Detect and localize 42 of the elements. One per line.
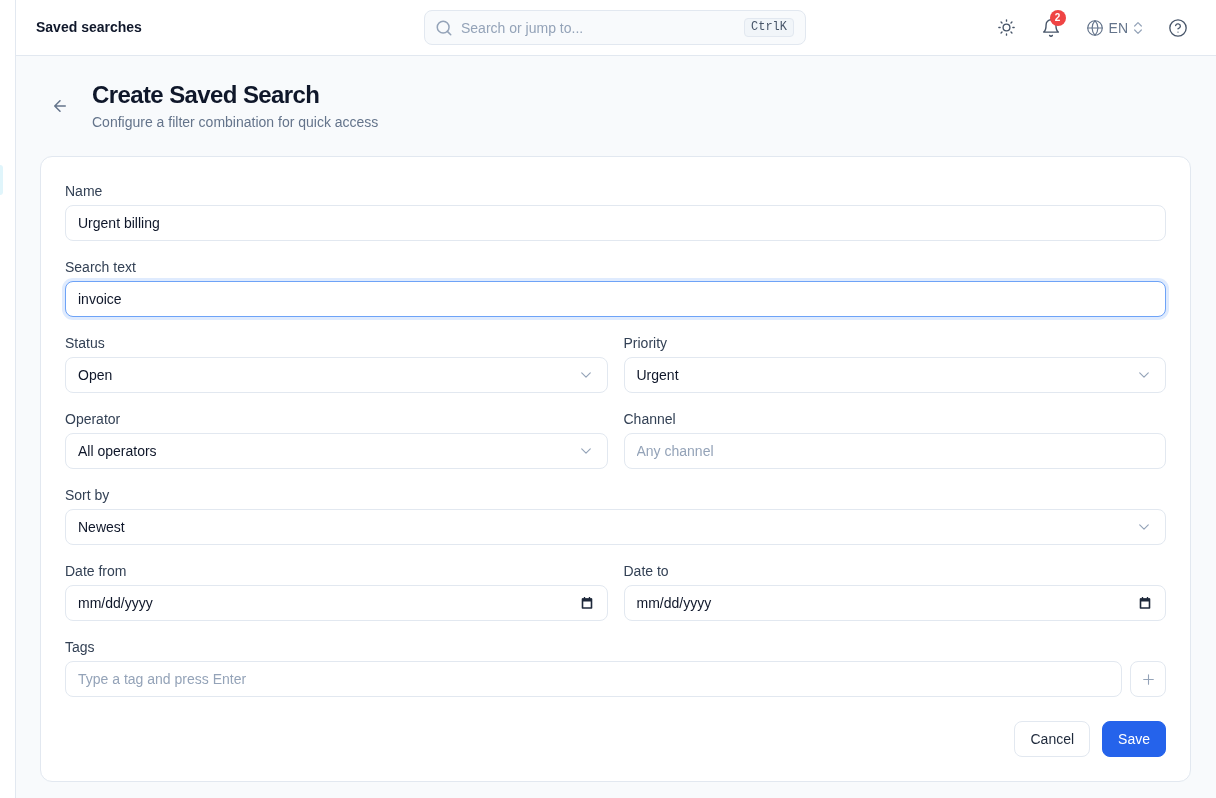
save-button[interactable]: Save (1102, 721, 1166, 757)
field-label: Tags (65, 638, 96, 657)
chevron-down-icon (580, 372, 591, 378)
page-title: Saved searches (36, 18, 142, 37)
select-field[interactable]: Open (65, 357, 608, 393)
field-label: Channel (623, 410, 677, 429)
globe-icon (1086, 19, 1103, 36)
field-label: Sort by (65, 486, 111, 505)
field-label: Search text (65, 258, 137, 277)
field-label: Status (65, 334, 106, 353)
help-icon (1169, 18, 1187, 37)
select-field[interactable]: Newest (65, 509, 1166, 545)
chevron-down-icon (1139, 372, 1149, 378)
field-label: Name (65, 182, 104, 201)
search-icon (436, 20, 452, 36)
sun-icon (997, 19, 1015, 36)
notifications-button[interactable]: 2 (1034, 11, 1067, 44)
field-label: Date to (623, 562, 670, 581)
plus-icon (1142, 673, 1154, 685)
text-field[interactable]: Any channel (623, 433, 1166, 469)
select-field[interactable]: Urgent (623, 357, 1166, 393)
chevron-down-icon (1139, 524, 1149, 530)
tag-input-field[interactable]: Type a tag and press Enter (65, 661, 1122, 697)
chevron-down-icon (580, 448, 591, 454)
field-label: Priority (623, 334, 669, 353)
field-label: Date from (65, 562, 128, 581)
arrow-left-icon (54, 100, 66, 112)
page-subtitle: Configure a filter combination for quick access (92, 113, 379, 132)
date-field[interactable]: mm/dd/yyyy (65, 585, 608, 621)
chevron-up-down-icon (1134, 21, 1142, 34)
field-label: Operator (65, 410, 122, 429)
cancel-button[interactable]: Cancel (1014, 721, 1091, 757)
calendar-icon (580, 597, 593, 609)
select-field[interactable]: All operators (65, 433, 608, 469)
shortcut-key-hint: CtrlK (744, 18, 794, 37)
date-field[interactable]: mm/dd/yyyy (623, 585, 1166, 621)
calendar-icon (1139, 597, 1151, 609)
notification-count: 2 (1049, 9, 1066, 26)
text-field[interactable]: Urgent billing (65, 205, 1166, 241)
language-selector[interactable]: EN (1079, 11, 1149, 44)
text-field[interactable]: invoice (65, 281, 1166, 317)
page-heading: Create Saved Search (92, 80, 321, 110)
